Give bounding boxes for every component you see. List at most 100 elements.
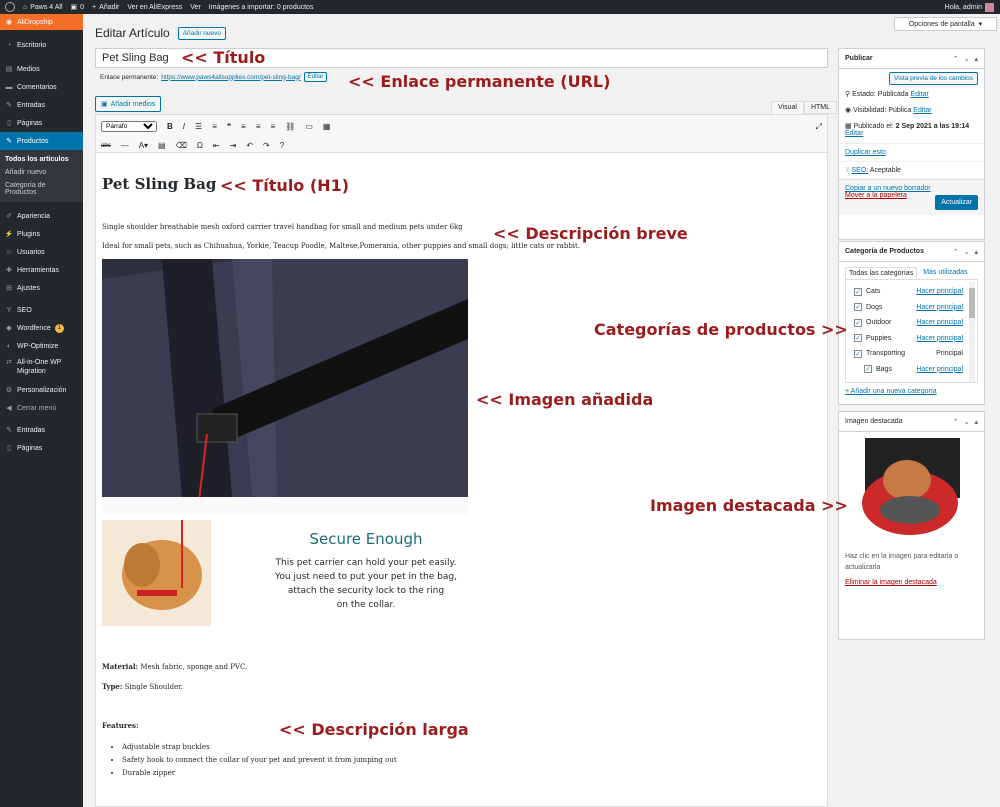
sidebar-item-comentarios[interactable]: ▬ Comentarios (0, 78, 83, 96)
align-right-icon[interactable]: ≡ (271, 122, 276, 131)
duplicate-link[interactable]: Duplicar esto (845, 149, 886, 156)
chevron-up-icon[interactable]: ⌃ (953, 418, 959, 426)
edit-visibility-link[interactable]: Editar (913, 107, 931, 114)
checkbox[interactable]: ✓ (854, 349, 862, 358)
added-image[interactable] (102, 259, 468, 560)
editor-content[interactable]: Pet Sling Bag Single shoulder breathable… (96, 153, 827, 802)
submenu-todos-articulos[interactable]: Todos los artículos (0, 153, 83, 166)
scrollbar[interactable] (969, 282, 975, 382)
import-status-link[interactable]: Imágenes a importar: 0 productos (209, 4, 314, 11)
caret-up-icon[interactable]: ▴ (974, 248, 978, 256)
sidebar-item-ajustes[interactable]: ⊞ Ajustes (0, 279, 83, 297)
align-left-icon[interactable]: ≡ (241, 122, 246, 131)
chevron-down-icon[interactable]: ⌄ (964, 418, 970, 426)
ideal-text: Ideal for small pets, such as Chihuahua,… (102, 242, 581, 250)
preview-changes-button[interactable]: Vista previa de los cambios (888, 72, 978, 85)
redo-icon[interactable]: ↷ (263, 141, 270, 150)
link-icon[interactable]: ⛓ (285, 122, 295, 131)
numbered-list-icon[interactable]: ≡ (212, 122, 217, 131)
account-menu[interactable]: Hola, admin (945, 2, 994, 12)
clear-format-icon[interactable]: ⌫ (176, 141, 187, 150)
category-list[interactable]: ✓ Cats Hacer principal ✓ Dogs Hacer principa… (845, 279, 978, 383)
add-new-link[interactable]: + Añadir (92, 4, 119, 11)
sidebar-item-usuarios[interactable]: ☺ Usuarios (0, 243, 83, 261)
sidebar-item-apariencia[interactable]: ✐ Apariencia (0, 207, 83, 225)
add-media-button[interactable]: ▣ Añadir medios (95, 96, 162, 112)
chevron-down-icon[interactable]: ⌄ (964, 55, 970, 63)
sidebar-item-wordfence[interactable]: ◆ Wordfence 1 (0, 319, 83, 337)
fullscreen-icon[interactable]: ⤢ (816, 122, 822, 132)
sidebar-item-alidropship[interactable]: ◉ AliDropship (0, 14, 83, 30)
tab-visual[interactable]: Visual (771, 101, 804, 114)
indent-icon[interactable]: ⇥ (230, 141, 237, 150)
featured-image[interactable] (839, 432, 984, 545)
wordpress-logo-icon[interactable] (5, 2, 15, 12)
screen-options-button[interactable]: Opciones de pantalla ▾ (894, 17, 997, 31)
bold-icon[interactable]: B (167, 122, 173, 131)
sidebar-item-productos[interactable]: ✎ Productos (0, 132, 83, 150)
sidebar-item-paginas[interactable]: ▯ Páginas (0, 114, 83, 132)
site-name-link[interactable]: ⌂ Paws 4 All (23, 4, 63, 11)
sidebar-item-personalizacion[interactable]: ⚙ Personalización (0, 381, 83, 399)
trash-link[interactable]: Mover a la papelera (845, 192, 907, 199)
tab-all-categories[interactable]: Todas las categorías (845, 267, 918, 279)
bullet-list-icon[interactable]: ☰ (195, 122, 202, 131)
permalink-url[interactable]: https://www.paws4allsupplies.com/pet-sli… (161, 74, 300, 81)
view-link[interactable]: Ver (190, 4, 201, 11)
aliexpress-link[interactable]: Ver en AliExpress (127, 4, 182, 11)
tab-most-used[interactable]: Más utilizadas (923, 267, 967, 279)
comments-link[interactable]: ▣ 0 (71, 3, 85, 12)
sidebar-item-escritorio[interactable]: ◔ Escritorio (0, 36, 83, 54)
submenu-categoria-productos[interactable]: Categoría de Productos (0, 179, 83, 199)
submenu-anadir-nuevo[interactable]: Añadir nuevo (0, 166, 83, 179)
text-color-icon[interactable]: A▾ (139, 141, 148, 150)
caret-up-icon[interactable]: ▴ (974, 418, 978, 426)
edit-date-link[interactable]: Editar (845, 130, 863, 137)
sidebar-item-entradas[interactable]: ✎ Entradas (0, 96, 83, 114)
horizontal-line-icon[interactable]: — (121, 141, 129, 150)
strikethrough-icon[interactable]: abc (101, 143, 111, 149)
more-tag-icon[interactable]: ▭ (305, 122, 313, 131)
special-char-icon[interactable]: Ω (197, 141, 203, 150)
checkbox[interactable]: ✓ (854, 334, 862, 343)
add-new-button[interactable]: Añadir nuevo (177, 26, 227, 40)
checkbox[interactable]: ✓ (864, 365, 872, 374)
chevron-up-icon[interactable]: ⌃ (953, 248, 959, 256)
sidebar-item-seo[interactable]: Y SEO (0, 301, 83, 319)
sidebar-item-plugins[interactable]: ⚡ Plugins (0, 225, 83, 243)
help-icon[interactable]: ? (280, 141, 284, 150)
collapse-menu-button[interactable]: ◀ Cerrar menú (0, 399, 83, 417)
categories-title: Categoría de Productos (845, 248, 924, 255)
tab-html[interactable]: HTML (803, 101, 838, 114)
caret-up-icon[interactable]: ▴ (974, 55, 978, 63)
italic-icon[interactable]: I (183, 122, 185, 131)
sidebar-item-medios[interactable]: ▤ Medios (0, 60, 83, 78)
remove-featured-link[interactable]: Eliminar la imagen destacada (845, 579, 937, 586)
sidebar-item-entradas-2[interactable]: ✎ Entradas (0, 421, 83, 439)
outdent-icon[interactable]: ⇤ (213, 141, 220, 150)
add-category-link[interactable]: + Añadir una nueva categoría (845, 388, 937, 395)
blockquote-icon[interactable]: ❝ (227, 122, 231, 131)
update-button[interactable]: Actualizar (935, 195, 978, 210)
sidebar-item-herramientas[interactable]: ✚ Herramientas (0, 261, 83, 279)
undo-icon[interactable]: ↶ (246, 141, 253, 150)
checkbox[interactable]: ✓ (854, 303, 862, 312)
chevron-up-icon[interactable]: ⌃ (953, 55, 959, 63)
checkbox[interactable]: ✓ (854, 318, 862, 327)
sidebar-item-paginas-2[interactable]: ▯ Páginas (0, 439, 83, 457)
sidebar-item-wp-optimize[interactable]: ◐ WP-Optimize (0, 337, 83, 355)
bag-strap-illustration (102, 259, 468, 560)
edit-status-link[interactable]: Editar (911, 91, 929, 98)
toolbar-toggle-icon[interactable]: ▦ (323, 122, 331, 131)
copy-draft-link[interactable]: Copiar a un nuevo borrador (845, 185, 931, 192)
sidebar-item-all-in-one[interactable]: ⇄ All-in-One WP Migration (0, 355, 83, 381)
puppy-image[interactable] (102, 520, 211, 626)
featured-image-box: Imagen destacada ⌃ ⌄ ▴ Haz clic en la image… (838, 411, 985, 640)
checkbox[interactable]: ✓ (854, 287, 862, 296)
align-center-icon[interactable]: ≡ (256, 122, 261, 131)
paste-text-icon[interactable]: ▤ (158, 141, 166, 150)
permalink-edit-button[interactable]: Editar (303, 72, 328, 82)
chevron-down-icon[interactable]: ⌄ (964, 248, 970, 256)
format-select[interactable]: Párrafo (101, 121, 157, 132)
visibility-row: ◉ Visibilidad: Pública Editar (845, 107, 932, 114)
